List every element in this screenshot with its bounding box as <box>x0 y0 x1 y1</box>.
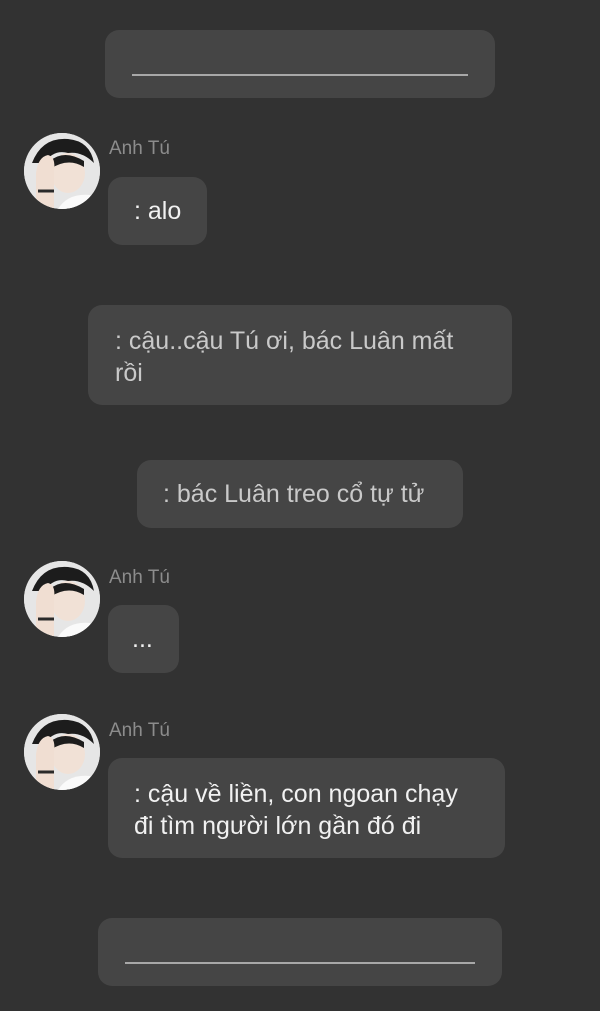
narration-text: : bác Luân treo cổ tự tử <box>163 480 425 508</box>
avatar[interactable] <box>24 714 100 790</box>
person-photo-icon <box>24 133 100 209</box>
narration-text: : cậu..cậu Tú ơi, bác Luân mất rồi <box>115 327 454 387</box>
message-text: ... <box>132 625 153 653</box>
divider-bubble-top <box>105 30 495 98</box>
divider-bubble-bottom <box>98 918 502 986</box>
message-bubble: : cậu về liền, con ngoan chạy đi tìm ngư… <box>108 758 505 858</box>
narration-bubble: : bác Luân treo cổ tự tử <box>137 460 463 528</box>
message-text: : alo <box>134 197 182 225</box>
avatar[interactable] <box>24 561 100 637</box>
message-text: : cậu về liền, con ngoan chạy đi tìm ngư… <box>134 780 458 840</box>
person-photo-icon <box>24 561 100 637</box>
sender-name: Anh Tú <box>109 567 170 588</box>
sender-name: Anh Tú <box>109 138 170 159</box>
narration-bubble: : cậu..cậu Tú ơi, bác Luân mất rồi <box>88 305 512 405</box>
message-bubble: : alo <box>108 177 207 245</box>
sender-name: Anh Tú <box>109 720 170 741</box>
message-bubble: ... <box>108 605 179 673</box>
person-photo-icon <box>24 714 100 790</box>
avatar[interactable] <box>24 133 100 209</box>
divider-line <box>125 962 475 964</box>
divider-line <box>132 74 468 76</box>
